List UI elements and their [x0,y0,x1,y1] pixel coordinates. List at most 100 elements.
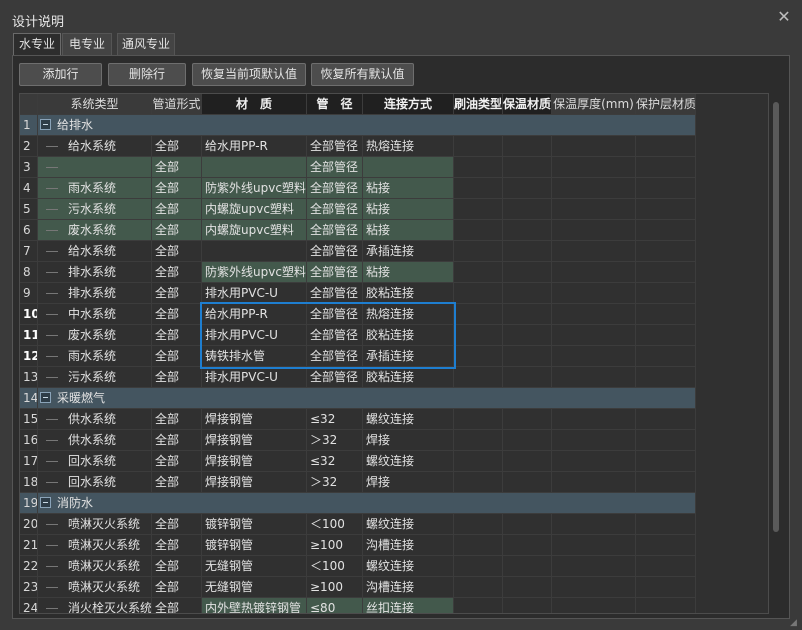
table-cell[interactable]: 全部管径 [307,304,363,325]
vertical-scrollbar[interactable] [772,92,782,618]
table-cell[interactable] [636,220,696,241]
table-cell[interactable] [636,262,696,283]
table-cell[interactable] [454,325,503,346]
table-cell[interactable]: ≥100 [307,577,363,598]
table-cell[interactable]: 全部 [152,157,202,178]
table-cell[interactable]: 承插连接 [363,346,454,367]
table-cell[interactable]: 焊接 [363,430,454,451]
table-cell[interactable]: 全部 [152,199,202,220]
table-cell[interactable]: 全部管径 [307,178,363,199]
add-row-button[interactable]: 添加行 [19,63,102,86]
table-cell[interactable]: 喷淋灭火系统 [38,556,152,577]
table-cell[interactable] [636,367,696,388]
table-cell[interactable] [552,430,636,451]
table-cell[interactable]: 焊接钢管 [202,472,307,493]
table-cell[interactable] [552,325,636,346]
column-header[interactable]: 材 质 [202,94,307,115]
table-cell[interactable]: 全部 [152,241,202,262]
table-cell[interactable]: 全部管径 [307,220,363,241]
table-cell[interactable]: 无缝钢管 [202,577,307,598]
table-cell[interactable] [503,430,552,451]
table-cell[interactable] [636,304,696,325]
table-cell[interactable]: 承插连接 [363,241,454,262]
table-cell[interactable] [636,535,696,556]
table-cell[interactable] [552,367,636,388]
table-cell[interactable] [636,136,696,157]
table-cell[interactable]: 污水系统 [38,367,152,388]
table-cell[interactable] [503,577,552,598]
table-cell[interactable]: 丝扣连接 [363,598,454,613]
table-cell[interactable] [454,283,503,304]
table-cell[interactable]: 废水系统 [38,220,152,241]
table-cell[interactable] [552,409,636,430]
table-cell[interactable] [454,556,503,577]
column-header[interactable]: 管 径 [307,94,363,115]
table-cell[interactable] [454,220,503,241]
table-cell[interactable] [503,367,552,388]
table-cell[interactable]: 全部 [152,283,202,304]
table-cell[interactable] [503,451,552,472]
table-cell[interactable] [454,157,503,178]
table-cell[interactable]: 内螺旋upvc塑料 [202,199,307,220]
resize-grip-icon[interactable]: ◢ [790,618,800,628]
table-cell[interactable] [636,241,696,262]
table-cell[interactable] [503,283,552,304]
table-cell[interactable]: 全部 [152,514,202,535]
table-cell[interactable] [636,325,696,346]
table-cell[interactable]: 全部 [152,556,202,577]
table-cell[interactable] [552,178,636,199]
table-cell[interactable]: 全部 [152,262,202,283]
table-cell[interactable]: 镀锌钢管 [202,514,307,535]
table-cell[interactable] [552,514,636,535]
table-cell[interactable] [636,577,696,598]
table-cell[interactable] [503,535,552,556]
table-cell[interactable]: 全部 [152,577,202,598]
table-cell[interactable] [552,577,636,598]
table-cell[interactable]: ＜100 [307,514,363,535]
table-cell[interactable] [636,346,696,367]
column-header[interactable]: 连接方式 [363,94,454,115]
table-cell[interactable] [552,304,636,325]
table-cell[interactable]: 焊接钢管 [202,451,307,472]
column-header[interactable]: 系统类型 [38,94,152,115]
table-cell[interactable]: 喷淋灭火系统 [38,535,152,556]
group-row[interactable]: 消防水 [38,493,696,514]
table-cell[interactable]: 全部管径 [307,283,363,304]
collapse-icon[interactable] [40,392,51,403]
table-cell[interactable]: 回水系统 [38,472,152,493]
table-cell[interactable]: 全部 [152,409,202,430]
table-cell[interactable]: 沟槽连接 [363,577,454,598]
table-cell[interactable] [454,430,503,451]
table-cell[interactable] [454,472,503,493]
table-cell[interactable] [552,346,636,367]
scrollbar-thumb[interactable] [773,102,779,532]
table-cell[interactable] [202,157,307,178]
column-header[interactable]: 保温厚度(mm) [552,94,636,115]
table-cell[interactable]: 胶粘连接 [363,283,454,304]
table-cell[interactable] [636,472,696,493]
tab-water[interactable]: 水专业 [13,33,61,55]
table-cell[interactable]: 全部 [152,430,202,451]
table-cell[interactable] [503,241,552,262]
table-cell[interactable]: 全部 [152,535,202,556]
table-cell[interactable]: 焊接 [363,472,454,493]
table-cell[interactable]: 防紫外线upvc塑料 [202,178,307,199]
table-cell[interactable] [636,451,696,472]
table-cell[interactable] [454,367,503,388]
table-cell[interactable] [503,136,552,157]
table-cell[interactable]: 沟槽连接 [363,535,454,556]
tab-ventilation[interactable]: 通风专业 [117,33,175,55]
tab-electrical[interactable]: 电专业 [62,33,112,55]
table-cell[interactable] [454,199,503,220]
table-cell[interactable]: 螺纹连接 [363,451,454,472]
table-cell[interactable]: 喷淋灭火系统 [38,514,152,535]
table-cell[interactable]: 全部 [152,598,202,613]
table-cell[interactable]: 雨水系统 [38,178,152,199]
table-cell[interactable] [636,598,696,613]
table-cell[interactable]: 消火栓灭火系统 [38,598,152,613]
table-cell[interactable] [636,157,696,178]
table-cell[interactable] [454,535,503,556]
table-cell[interactable] [552,472,636,493]
table-cell[interactable] [503,598,552,613]
table-cell[interactable]: 全部管径 [307,262,363,283]
